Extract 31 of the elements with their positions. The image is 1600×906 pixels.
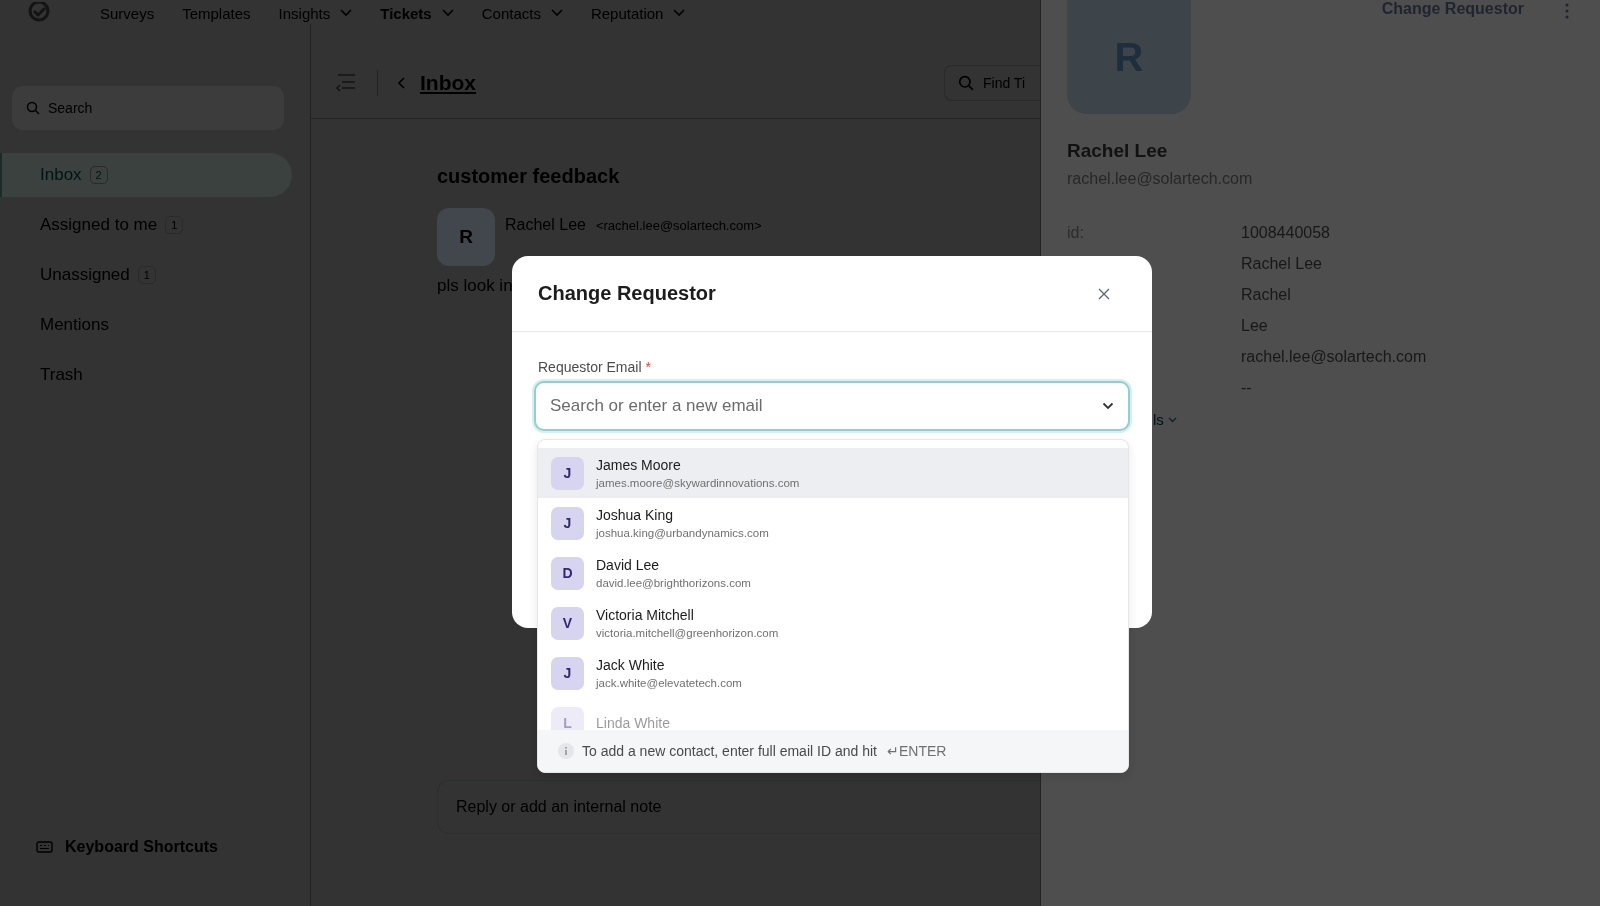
contact-option[interactable]: D David Lee david.lee@brighthorizons.com <box>538 548 1128 598</box>
search-icon <box>26 101 40 115</box>
hint-text: To add a new contact, enter full email ID and hit <box>582 743 877 759</box>
contact-option[interactable]: J Jack White jack.white@elevatetech.com <box>538 648 1128 698</box>
chevron-down-icon[interactable] <box>1102 402 1114 410</box>
caret-icon[interactable] <box>441 9 454 17</box>
email-select[interactable]: Search or enter a new email <box>534 381 1130 431</box>
contact-option[interactable]: V Victoria Mitchell victoria.mitchell@greenhorizon.com <box>538 598 1128 648</box>
enter-key-hint: ↵ENTER <box>886 743 947 759</box>
search-icon <box>958 75 974 91</box>
contact-option[interactable]: J James Moore james.moore@skywardinnovations.com <box>538 448 1128 498</box>
caret-icon[interactable] <box>673 9 686 17</box>
caret-icon[interactable] <box>340 9 353 17</box>
caret-icon[interactable] <box>550 9 563 17</box>
search-field[interactable]: Search <box>12 86 284 130</box>
keyboard-icon <box>36 841 53 853</box>
menu-icon[interactable] <box>335 73 357 93</box>
caret-icon[interactable] <box>1167 416 1177 423</box>
details-link[interactable]: ls <box>1153 411 1164 428</box>
info-icon <box>558 743 574 759</box>
logo-icon[interactable] <box>26 2 52 24</box>
close-icon[interactable] <box>1098 287 1110 300</box>
field-label: Requestor Email <box>538 359 642 375</box>
back-chevron-icon[interactable] <box>398 77 406 89</box>
sender-avatar: R <box>437 208 495 266</box>
contact-option[interactable]: J Joshua King joshua.king@urbandynamics.com <box>538 498 1128 548</box>
contact-name: Rachel Lee <box>1067 140 1169 162</box>
more-icon[interactable] <box>1564 2 1570 20</box>
field-value: -- <box>1241 379 1253 397</box>
required-mark: * <box>645 359 651 375</box>
dialog-title: Change Requestor <box>538 282 716 305</box>
